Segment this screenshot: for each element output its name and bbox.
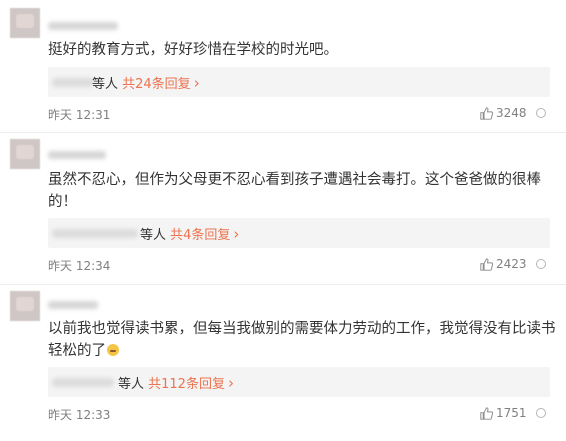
reply-count-link[interactable]: 共112条回复 — [148, 377, 225, 392]
avatar[interactable] — [10, 8, 40, 38]
reply-count-link[interactable]: 共24条回复 — [122, 77, 191, 92]
reply-summary[interactable]: 等人 共24条回复 › — [48, 67, 550, 97]
like-count: 3248 — [496, 106, 527, 120]
chevron-right-icon: › — [227, 374, 234, 392]
username-blurred[interactable] — [48, 22, 118, 30]
avatar[interactable] — [10, 291, 40, 321]
like-button[interactable]: 3248 — [480, 106, 527, 120]
reply-usernames-blurred — [52, 229, 138, 238]
reply-summary-text[interactable]: 等人 共24条回复 › — [92, 73, 200, 92]
comment-time: 昨天 12:33 — [48, 408, 111, 422]
reply-usernames-blurred — [52, 378, 114, 387]
thumb-up-icon — [480, 257, 493, 271]
like-button[interactable]: 1751 — [480, 406, 527, 420]
username-blurred[interactable] — [48, 301, 98, 309]
more-circle-icon[interactable] — [536, 259, 546, 269]
comment-item: 以前我也觉得读书累，但每当我做别的需要体力劳动的工作，我觉得没有比读书轻松的了 … — [0, 285, 566, 441]
comment-time: 昨天 12:31 — [48, 108, 111, 122]
comment-text: 以前我也觉得读书累，但每当我做别的需要体力劳动的工作，我觉得没有比读书轻松的了 — [48, 318, 558, 362]
thumb-up-icon — [480, 106, 493, 120]
like-count: 1751 — [496, 406, 527, 420]
like-button[interactable]: 2423 — [480, 257, 527, 271]
reply-usernames-blurred — [52, 78, 94, 87]
comment-item: 虽然不忍心，但作为父母更不忍心看到孩子遭遇社会毒打。这个爸爸做的很棒的！ 等人 … — [0, 133, 566, 284]
comment-text-content: 以前我也觉得读书累，但每当我做别的需要体力劳动的工作，我觉得没有比读书轻松的了 — [48, 321, 556, 359]
comment-item: 挺好的教育方式，好好珍惜在学校的时光吧。 等人 共24条回复 › 昨天 12:31… — [0, 0, 566, 132]
chevron-right-icon: › — [193, 74, 200, 92]
reply-summary[interactable]: 等人 共4条回复 › — [48, 218, 550, 248]
reply-prefix: 等人 — [92, 77, 123, 92]
more-circle-icon[interactable] — [536, 108, 546, 118]
comment-text: 虽然不忍心，但作为父母更不忍心看到孩子遭遇社会毒打。这个爸爸做的很棒的！ — [48, 172, 541, 210]
reply-count-link[interactable]: 共4条回复 — [170, 228, 230, 243]
avatar[interactable] — [10, 139, 40, 169]
username-blurred[interactable] — [48, 151, 106, 159]
comment-time: 昨天 12:34 — [48, 259, 111, 273]
more-circle-icon[interactable] — [536, 408, 546, 418]
like-count: 2423 — [496, 257, 527, 271]
reply-summary-text[interactable]: 等人 共4条回复 › — [140, 224, 239, 243]
comment-text: 挺好的教育方式，好好珍惜在学校的时光吧。 — [48, 42, 338, 58]
reply-prefix: 等人 — [118, 377, 149, 392]
emoji-icon — [107, 344, 119, 356]
reply-summary-text[interactable]: 等人 共112条回复 › — [118, 373, 234, 392]
chevron-right-icon: › — [233, 225, 240, 243]
reply-prefix: 等人 — [140, 228, 171, 243]
reply-summary[interactable]: 等人 共112条回复 › — [48, 367, 550, 397]
thumb-up-icon — [480, 406, 493, 420]
